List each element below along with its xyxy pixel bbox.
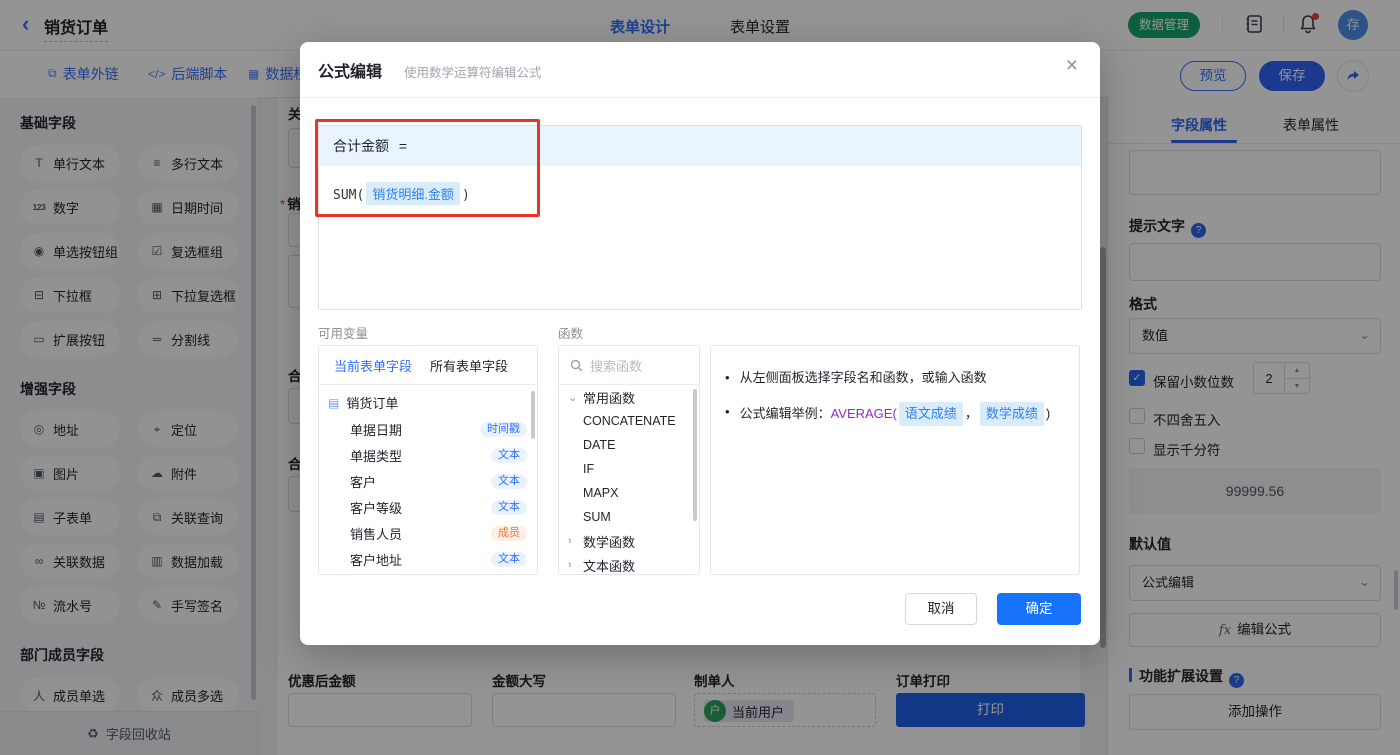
chevron-right-icon: › (568, 559, 577, 571)
formula-target-row: 合计金额 = (319, 126, 1081, 166)
available-variables-label: 可用变量 (318, 323, 368, 342)
functions-panel: 搜索函数 ⌄常用函数 CONCATENATE DATE IF MAPX SUM … (558, 345, 700, 575)
type-badge: 文本 (491, 552, 527, 567)
chevron-right-icon: › (568, 535, 577, 547)
function-group-common[interactable]: ⌄ 常用函数 (559, 385, 699, 409)
function-group-label: 数学函数 (583, 532, 635, 551)
variable-row[interactable]: 销售人员 成员 (319, 520, 537, 546)
tip-item: 公式编辑举例：AVERAGE(语文成绩，数学成绩) (725, 402, 1079, 426)
tab-current-form-fields[interactable]: 当前表单字段 (334, 356, 412, 375)
chevron-down-icon: ⌄ (568, 391, 577, 404)
confirm-button[interactable]: 确定 (997, 593, 1081, 625)
function-item[interactable]: SUM (559, 505, 699, 529)
variables-tabs: 当前表单字段 所有表单字段 (319, 346, 537, 385)
function-group-text[interactable]: › 文本函数 (559, 553, 699, 575)
variable-name: 客户 (350, 472, 376, 491)
functions-label: 函数 (558, 323, 583, 342)
tips-list: 从左侧面板选择字段名和函数，或输入函数 公式编辑举例：AVERAGE(语文成绩，… (711, 368, 1079, 426)
close-paren: ) (1046, 406, 1050, 421)
variable-name: 客户等级 (350, 498, 402, 517)
function-item[interactable]: CONCATENATE (559, 409, 699, 433)
variable-row[interactable]: 单据日期 时间戳 (319, 416, 537, 442)
example-token: 数学成绩 (980, 402, 1044, 426)
equals-sign: = (399, 138, 407, 154)
scrollbar-thumb[interactable] (693, 389, 697, 521)
function-item[interactable]: MAPX (559, 481, 699, 505)
dialog-title: 公式编辑 (318, 58, 382, 82)
variable-name: 单据日期 (350, 420, 402, 439)
dialog-subtitle: 使用数学运算符编辑公式 (404, 62, 542, 81)
type-badge: 成员 (491, 526, 527, 541)
close-icon[interactable]: × (1066, 54, 1078, 78)
variable-row[interactable]: 客户 文本 (319, 468, 537, 494)
function-item[interactable]: IF (559, 457, 699, 481)
comma: ， (965, 406, 978, 421)
formula-editor[interactable]: 合计金额 = SUM(销货明细.金额) (318, 125, 1082, 310)
cancel-button[interactable]: 取消 (905, 593, 977, 625)
variables-root-node[interactable]: ▤ 销货订单 (319, 389, 537, 416)
type-badge: 文本 (491, 448, 527, 463)
variables-panel: 当前表单字段 所有表单字段 ▤ 销货订单 单据日期时间戳 单据类型文本 客户文本… (318, 345, 538, 575)
function-search-box[interactable]: 搜索函数 (559, 346, 699, 385)
variable-name: 客户地址 (350, 550, 402, 569)
divider (300, 97, 1100, 98)
type-badge: 时间戳 (480, 422, 527, 437)
formula-edit-dialog: 公式编辑 使用数学运算符编辑公式 × 合计金额 = SUM(销货明细.金额) 可… (300, 42, 1100, 645)
form-doc-icon: ▤ (328, 396, 339, 410)
formula-expression: SUM(销货明细.金额) (333, 182, 1081, 205)
tip-item: 从左侧面板选择字段名和函数，或输入函数 (725, 368, 1079, 388)
function-item[interactable]: DATE (559, 433, 699, 457)
function-group-label: 文本函数 (583, 556, 635, 575)
formula-close-paren: ) (462, 188, 470, 203)
scrollbar-thumb[interactable] (531, 391, 535, 439)
variable-row[interactable]: 客户地址 文本 (319, 546, 537, 572)
formula-function: SUM( (333, 188, 364, 203)
type-badge: 文本 (491, 500, 527, 515)
function-group-label: 常用函数 (583, 388, 635, 407)
tip-text: 公式编辑举例：AVERAGE(语文成绩，数学成绩) (740, 402, 1051, 426)
field-token[interactable]: 销货明细.金额 (366, 182, 460, 205)
variable-row[interactable]: 单据类型 文本 (319, 442, 537, 468)
average-function-text: AVERAGE( (831, 406, 897, 421)
search-placeholder: 搜索函数 (590, 356, 642, 375)
search-icon (570, 359, 583, 372)
variable-name: 销售人员 (350, 524, 402, 543)
formula-target: 合计金额 (333, 138, 389, 154)
variable-name: 单据类型 (350, 446, 402, 465)
tips-panel: 从左侧面板选择字段名和函数，或输入函数 公式编辑举例：AVERAGE(语文成绩，… (710, 345, 1080, 575)
tab-all-form-fields[interactable]: 所有表单字段 (430, 356, 508, 375)
tip-text: 从左侧面板选择字段名和函数，或输入函数 (740, 368, 987, 388)
variable-row[interactable]: 客户等级 文本 (319, 494, 537, 520)
function-group-math[interactable]: › 数学函数 (559, 529, 699, 553)
tip-example-prefix: 公式编辑举例： (740, 406, 831, 421)
type-badge: 文本 (491, 474, 527, 489)
app-window: ‹ 销货订单 表单设计 表单设置 数据管理 存 ⧉ 表单外链 </> 后端脚本 … (0, 0, 1400, 755)
example-token: 语文成绩 (899, 402, 963, 426)
variables-root-label: 销货订单 (346, 393, 398, 412)
